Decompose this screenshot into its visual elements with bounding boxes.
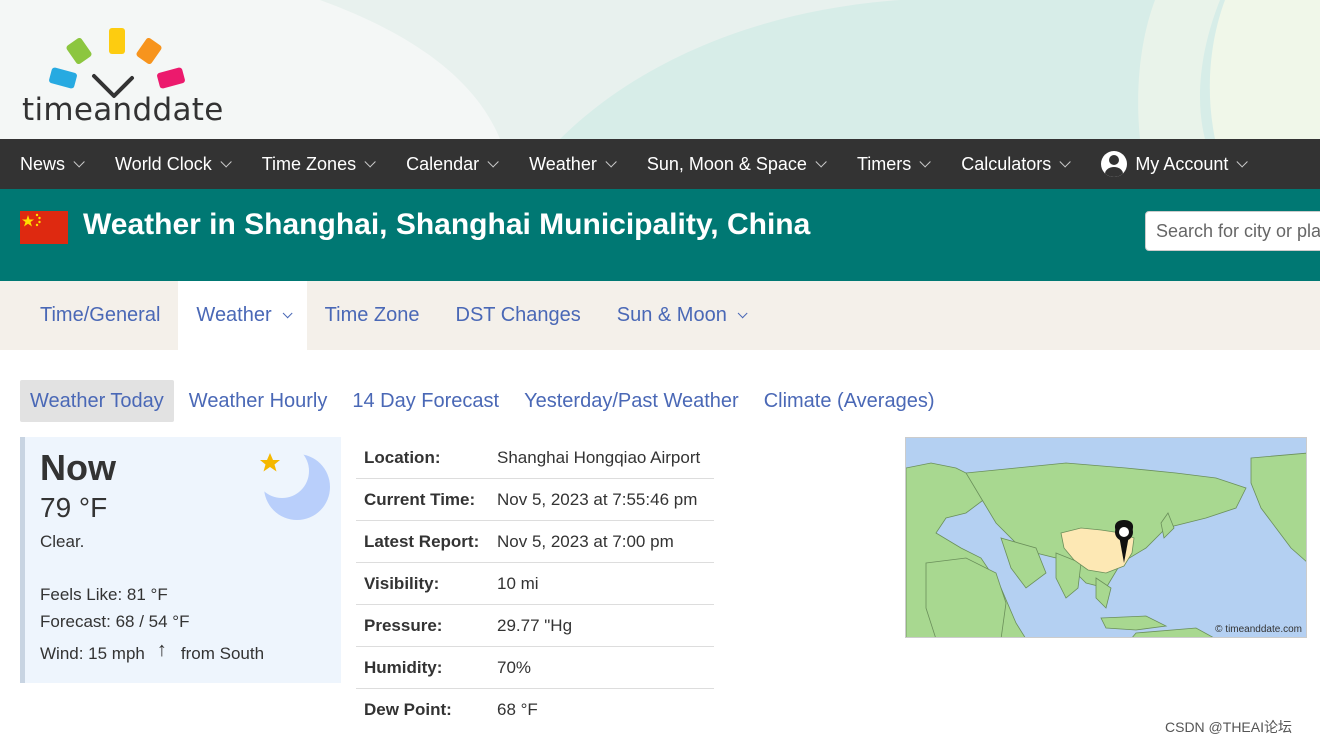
- city-search-input[interactable]: Search for city or place...: [1145, 211, 1320, 251]
- wind-info: Wind: 15 mph ↑ from South: [40, 639, 265, 665]
- current-conditions-card: Now 79 °F Clear. Feels Like: 81 °F Forec…: [20, 437, 341, 683]
- nav-timers[interactable]: Timers: [857, 139, 932, 189]
- subnav-time-zone[interactable]: Time Zone: [307, 281, 438, 350]
- main-navigation: News World Clock Time Zones Calendar Wea…: [0, 139, 1320, 189]
- nav-sun-moon-space[interactable]: Sun, Moon & Space: [647, 139, 827, 189]
- detail-label: Current Time:: [364, 489, 476, 509]
- location-map[interactable]: © timeanddate.com: [905, 437, 1307, 638]
- nav-calendar[interactable]: Calendar: [406, 139, 499, 189]
- table-row: Dew Point: 68 °F: [356, 689, 714, 731]
- nav-calculators[interactable]: Calculators: [961, 139, 1072, 189]
- nav-my-account[interactable]: My Account: [1101, 139, 1249, 189]
- world-map-image: [906, 452, 1306, 637]
- chevron-down-icon: [737, 308, 748, 319]
- chevron-down-icon: [73, 156, 85, 168]
- chevron-down-icon: [605, 156, 617, 168]
- detail-label: Visibility:: [364, 573, 440, 593]
- nav-news[interactable]: News: [20, 139, 85, 189]
- detail-value: 70%: [497, 657, 532, 677]
- table-row: Humidity: 70%: [356, 647, 714, 689]
- current-temperature: 79 °F: [40, 492, 108, 523]
- detail-value: 10 mi: [497, 573, 539, 593]
- chevron-down-icon: [487, 156, 499, 168]
- subnav-sun-moon[interactable]: Sun & Moon: [599, 281, 762, 350]
- site-logo-wordmark[interactable]: timeanddate: [22, 92, 224, 128]
- tab-14-day-forecast[interactable]: 14 Day Forecast: [342, 380, 509, 422]
- tab-past-weather[interactable]: Yesterday/Past Weather: [514, 380, 749, 422]
- nav-weather[interactable]: Weather: [529, 139, 617, 189]
- tab-weather-hourly[interactable]: Weather Hourly: [179, 380, 338, 422]
- table-row: Current Time: Nov 5, 2023 at 7:55:46 pm: [356, 479, 714, 521]
- detail-label: Latest Report:: [364, 531, 480, 551]
- table-row: Pressure: 29.77 "Hg: [356, 605, 714, 647]
- header-banner: timeanddate: [0, 0, 1320, 139]
- nav-world-clock[interactable]: World Clock: [115, 139, 232, 189]
- forecast: Forecast: 68 / 54 °F: [40, 612, 190, 631]
- location-title-bar: Weather in Shanghai, Shanghai Municipali…: [0, 189, 1320, 281]
- detail-label: Location:: [364, 447, 441, 467]
- chevron-down-icon: [919, 156, 932, 168]
- chevron-down-icon: [364, 156, 376, 168]
- table-row: Visibility: 10 mi: [356, 563, 714, 605]
- detail-value: Nov 5, 2023 at 7:00 pm: [497, 531, 674, 551]
- wind-direction: from South: [180, 644, 265, 663]
- detail-value: 29.77 "Hg: [497, 615, 573, 635]
- subnav-time-general[interactable]: Time/General: [22, 281, 178, 350]
- subnav-weather[interactable]: Weather: [178, 281, 307, 350]
- location-sub-navigation: Time/General Weather Time Zone DST Chang…: [0, 281, 1320, 350]
- detail-value: Shanghai Hongqiao Airport: [497, 447, 701, 467]
- chevron-down-icon: [282, 308, 293, 319]
- chevron-down-icon: [1059, 156, 1072, 168]
- subnav-dst-changes[interactable]: DST Changes: [438, 281, 599, 350]
- weather-tabs: Weather Today Weather Hourly 14 Day Fore…: [20, 380, 950, 422]
- user-account-icon: [1101, 151, 1128, 177]
- wind-direction-arrow-icon: ↑: [156, 639, 167, 661]
- tab-climate[interactable]: Climate (Averages): [754, 380, 945, 422]
- map-credit: © timeanddate.com: [1215, 624, 1302, 635]
- weather-details-table: Location: Shanghai Hongqiao Airport Curre…: [356, 437, 714, 731]
- detail-label: Humidity:: [364, 657, 443, 677]
- page-title: Weather in Shanghai, Shanghai Municipali…: [83, 208, 811, 241]
- now-heading: Now: [40, 447, 116, 488]
- detail-label: Dew Point:: [364, 700, 452, 719]
- chevron-down-icon: [220, 156, 232, 168]
- tab-weather-today[interactable]: Weather Today: [20, 380, 174, 422]
- search-placeholder: Search for city or place...: [1156, 221, 1320, 241]
- detail-label: Pressure:: [364, 615, 443, 635]
- table-row: Location: Shanghai Hongqiao Airport: [356, 437, 714, 479]
- china-flag-icon: [20, 211, 68, 244]
- feels-like: Feels Like: 81 °F: [40, 585, 168, 604]
- nav-time-zones[interactable]: Time Zones: [262, 139, 376, 189]
- chevron-down-icon: [1236, 156, 1249, 168]
- table-row: Latest Report: Nov 5, 2023 at 7:00 pm: [356, 521, 714, 563]
- chevron-down-icon: [815, 156, 827, 168]
- watermark: CSDN @THEAI论坛: [1165, 719, 1292, 735]
- clear-night-moon-icon: [255, 449, 330, 520]
- detail-value: 68 °F: [497, 700, 538, 719]
- current-condition: Clear.: [40, 532, 85, 551]
- wind-speed: Wind: 15 mph: [40, 644, 145, 663]
- detail-value: Nov 5, 2023 at 7:55:46 pm: [497, 489, 698, 509]
